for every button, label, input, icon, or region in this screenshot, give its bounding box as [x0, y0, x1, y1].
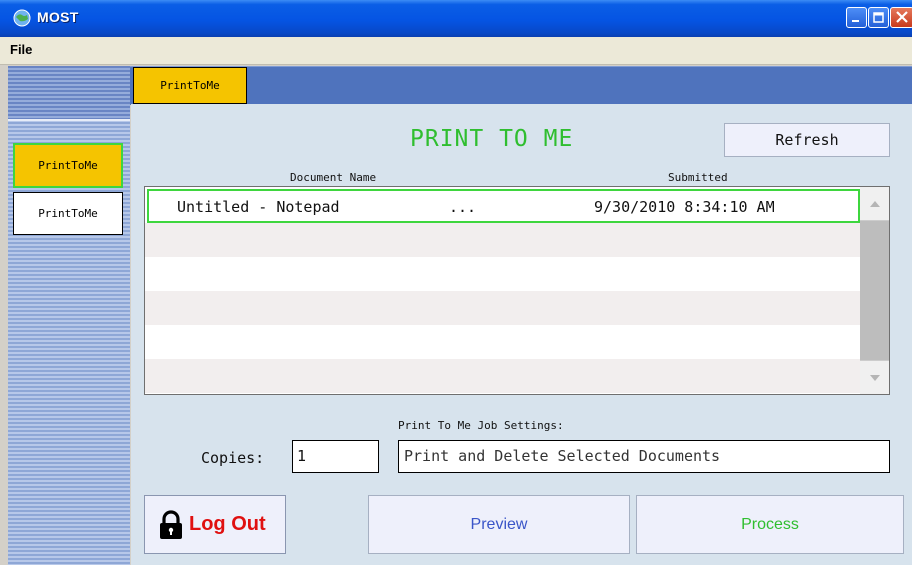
- logout-button[interactable]: Log Out: [144, 495, 286, 554]
- chevron-up-icon: [869, 200, 880, 207]
- sidebar: PrintToMe PrintToMe: [8, 66, 130, 565]
- close-button[interactable]: [890, 7, 912, 28]
- column-header-document-name[interactable]: Document Name: [290, 171, 376, 184]
- table-row-empty: [145, 291, 860, 325]
- document-list[interactable]: Untitled - Notepad ... 9/30/2010 8:34:10…: [144, 186, 890, 395]
- job-settings-label: Print To Me Job Settings:: [398, 419, 564, 432]
- window-title: MOST: [37, 9, 79, 25]
- tab-strip: [130, 66, 912, 105]
- logout-label: Log Out: [189, 513, 266, 535]
- minimize-icon: [852, 20, 859, 22]
- process-button[interactable]: Process: [636, 495, 904, 554]
- maximize-button[interactable]: [868, 7, 889, 28]
- scroll-up-button[interactable]: [860, 187, 889, 221]
- job-settings-field[interactable]: Print and Delete Selected Documents: [398, 440, 890, 473]
- title-bar[interactable]: MOST: [0, 0, 912, 37]
- chevron-down-icon: [869, 374, 880, 381]
- cell-submitted: 9/30/2010 8:34:10 AM: [594, 198, 775, 216]
- menu-bar: File: [0, 37, 912, 65]
- cell-more: ...: [449, 198, 477, 216]
- sidebar-header: [8, 66, 130, 121]
- tab-printtome[interactable]: PrintToMe: [133, 67, 247, 104]
- lock-icon: [160, 509, 182, 539]
- sidebar-item-printtome-selected[interactable]: PrintToMe: [13, 143, 123, 188]
- table-row-empty: [145, 257, 860, 291]
- table-row-empty: [145, 325, 860, 359]
- close-icon: [896, 11, 908, 23]
- minimize-button[interactable]: [846, 7, 867, 28]
- preview-button[interactable]: Preview: [368, 495, 630, 554]
- table-row-empty: [145, 359, 860, 393]
- column-header-submitted[interactable]: Submitted: [668, 171, 728, 184]
- table-row-empty: [145, 223, 860, 257]
- vertical-scrollbar[interactable]: [860, 187, 889, 394]
- maximize-icon: [873, 12, 884, 23]
- menu-file[interactable]: File: [10, 42, 32, 57]
- page-title: PRINT TO ME: [410, 126, 574, 152]
- table-row-selected[interactable]: Untitled - Notepad ... 9/30/2010 8:34:10…: [147, 189, 860, 223]
- cell-document-name: Untitled - Notepad: [177, 198, 340, 216]
- app-globe-icon: [13, 9, 31, 27]
- copies-input[interactable]: 1: [292, 440, 379, 473]
- refresh-button[interactable]: Refresh: [724, 123, 890, 157]
- sidebar-item-printtome[interactable]: PrintToMe: [13, 192, 123, 235]
- scroll-down-button[interactable]: [860, 360, 889, 394]
- copies-label: Copies:: [201, 449, 265, 467]
